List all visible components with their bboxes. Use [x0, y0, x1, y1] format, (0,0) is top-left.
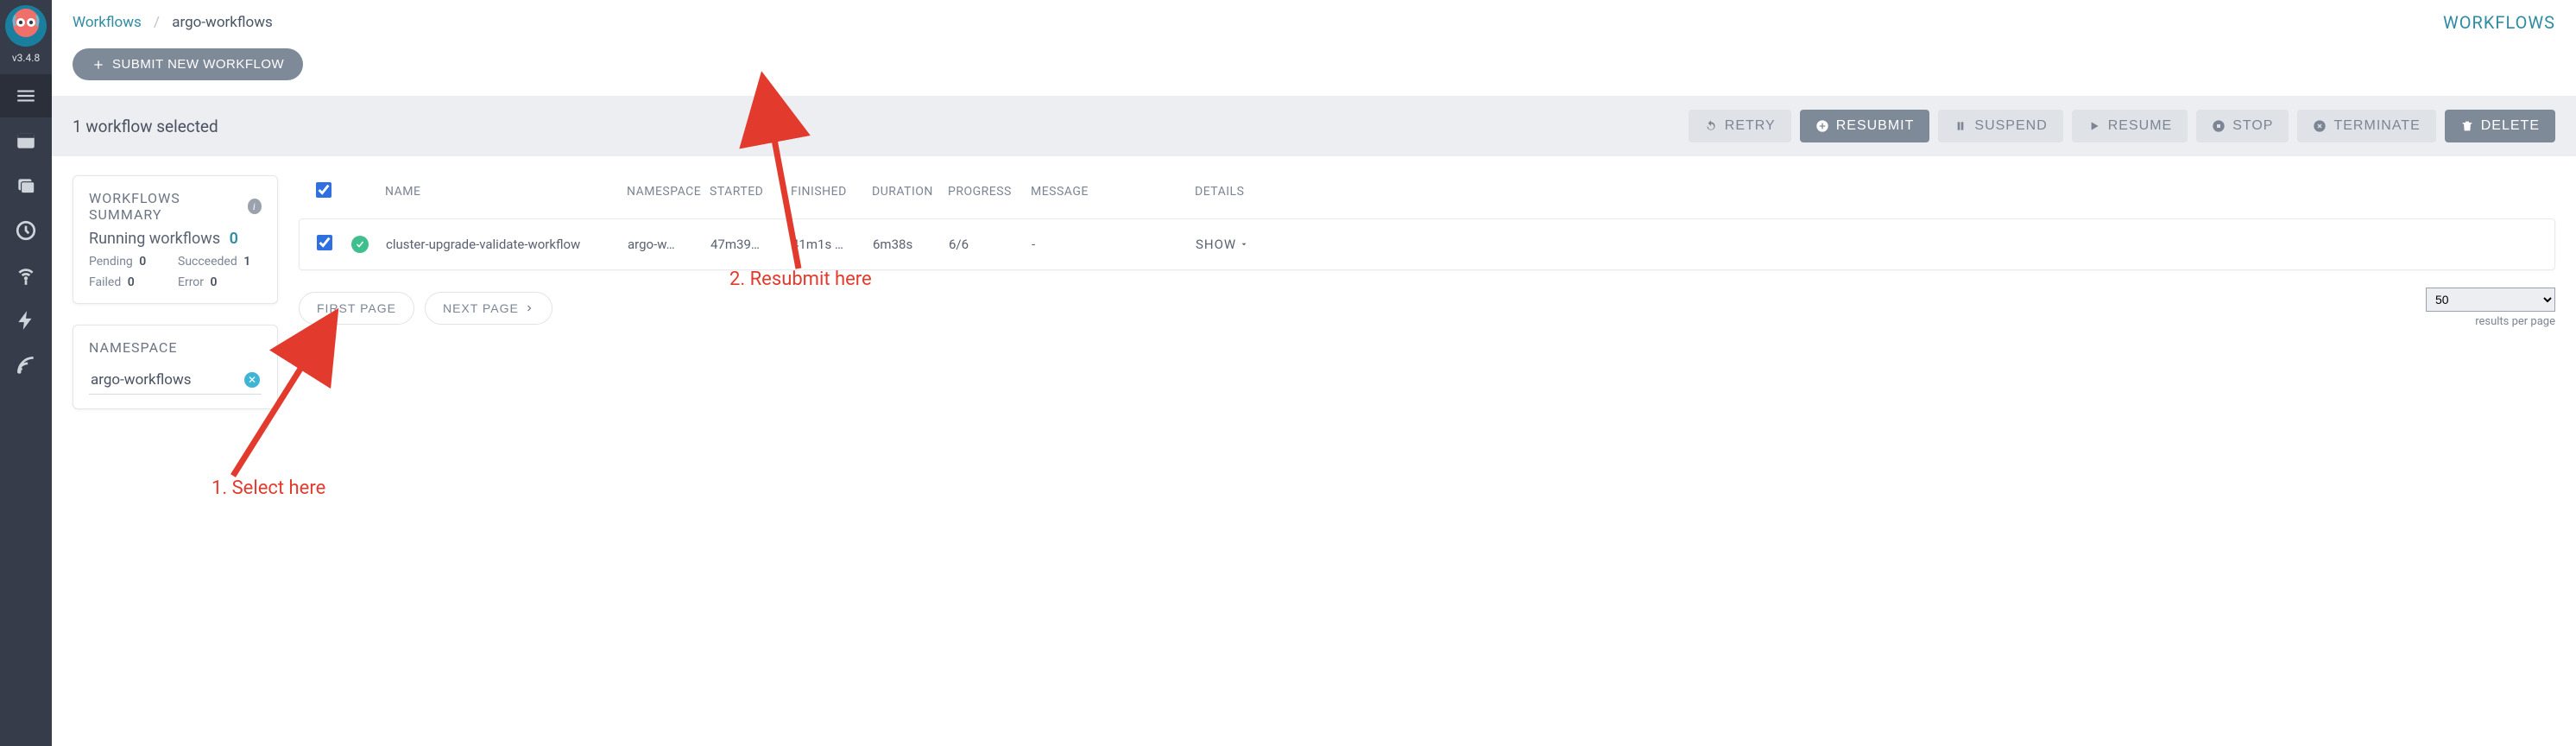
table-header-row: NAME NAMESPACE STARTED FINISHED DURATION…: [299, 175, 2555, 218]
row-duration: 6m38s: [873, 237, 949, 252]
terminate-button[interactable]: TERMINATE: [2297, 110, 2435, 142]
argo-logo[interactable]: [5, 5, 47, 47]
breadcrumb-separator: /: [154, 14, 160, 31]
workflow-table: NAME NAMESPACE STARTED FINISHED DURATION…: [299, 175, 2555, 409]
delete-button[interactable]: DELETE: [2445, 110, 2555, 142]
sidebar: v3.4.8: [0, 0, 52, 746]
col-started[interactable]: STARTED: [710, 185, 791, 199]
breadcrumb-root[interactable]: Workflows: [73, 14, 142, 31]
submit-new-workflow-label: SUBMIT NEW WORKFLOW: [112, 57, 284, 72]
error-label: Error: [178, 275, 204, 289]
version-label: v3.4.8: [12, 52, 40, 64]
broadcast-icon: [15, 264, 37, 287]
results-per-page-select[interactable]: 50: [2426, 288, 2555, 312]
col-message[interactable]: MESSAGE: [1031, 185, 1195, 199]
workflows-summary-card: WORKFLOWS SUMMARY i Running workflows 0 …: [73, 175, 278, 304]
stack-icon: [15, 174, 37, 197]
stop-button[interactable]: STOP: [2196, 110, 2289, 142]
succeeded-count: 1: [243, 255, 250, 269]
page-title: WORKFLOWS: [2443, 12, 2555, 33]
running-label: Running workflows: [89, 230, 220, 248]
satellite-icon: [15, 354, 37, 376]
stop-circle-icon: [2212, 119, 2226, 133]
col-details[interactable]: DETAILS: [1195, 185, 1281, 199]
row-progress: 6/6: [949, 237, 1032, 252]
play-icon: [2087, 119, 2101, 133]
resume-button[interactable]: RESUME: [2072, 110, 2188, 142]
namespace-card: NAMESPACE argo-workflows ✕: [73, 325, 278, 409]
nav-cluster-templates[interactable]: [0, 164, 52, 207]
info-icon[interactable]: i: [248, 199, 262, 214]
pagination: FIRST PAGE NEXT PAGE 50 results per page: [299, 288, 2555, 328]
trash-icon: [2460, 119, 2474, 133]
x-circle-icon: [2313, 119, 2327, 133]
pending-count: 0: [139, 255, 146, 269]
select-all-checkbox[interactable]: [316, 182, 331, 198]
nav-workflows[interactable]: [0, 74, 52, 117]
namespace-chip[interactable]: argo-workflows ✕: [89, 368, 262, 395]
failed-count: 0: [128, 275, 135, 289]
table-row[interactable]: cluster-upgrade-validate-workflow argo-w…: [299, 218, 2555, 270]
plus-icon: [92, 58, 105, 72]
namespace-title: NAMESPACE: [89, 339, 262, 356]
main-area: Workflows / argo-workflows WORKFLOWS SUB…: [52, 0, 2576, 746]
status-success-icon: [351, 236, 369, 253]
results-per-page-label: results per page: [2426, 315, 2555, 328]
nav-events[interactable]: [0, 299, 52, 342]
plus-circle-icon: [1815, 119, 1829, 133]
submit-new-workflow-button[interactable]: SUBMIT NEW WORKFLOW: [73, 48, 303, 80]
resubmit-button[interactable]: RESUBMIT: [1800, 110, 1930, 142]
namespace-value: argo-workflows: [91, 371, 192, 389]
col-duration[interactable]: DURATION: [872, 185, 948, 199]
succeeded-label: Succeeded: [178, 255, 237, 269]
next-page-button[interactable]: NEXT PAGE: [425, 292, 552, 325]
row-checkbox[interactable]: [317, 235, 332, 250]
nav-sensors[interactable]: [0, 254, 52, 297]
col-progress[interactable]: PROGRESS: [948, 185, 1031, 199]
window-icon: [15, 130, 37, 152]
col-name[interactable]: NAME: [385, 185, 627, 199]
clock-icon: [15, 219, 37, 242]
bolt-icon: [15, 309, 37, 332]
bars-icon: [15, 85, 37, 107]
chevron-right-icon: [524, 303, 534, 313]
nav-templates[interactable]: [0, 119, 52, 162]
row-message: -: [1032, 237, 1196, 252]
error-count: 0: [211, 275, 218, 289]
caret-down-icon: [1240, 240, 1248, 249]
first-page-button[interactable]: FIRST PAGE: [299, 292, 414, 325]
breadcrumb-current: argo-workflows: [172, 14, 273, 31]
retry-button[interactable]: RETRY: [1689, 110, 1791, 142]
nav-reports[interactable]: [0, 344, 52, 387]
col-namespace[interactable]: NAMESPACE: [627, 185, 710, 199]
namespace-clear-icon[interactable]: ✕: [244, 372, 260, 388]
retry-icon: [1704, 119, 1718, 133]
summary-title: WORKFLOWS SUMMARY: [89, 190, 243, 223]
row-started: 47m39…: [710, 237, 792, 252]
octopus-icon: [9, 9, 43, 43]
selection-count: 1 workflow selected: [73, 117, 218, 136]
suspend-button[interactable]: SUSPEND: [1938, 110, 2062, 142]
failed-label: Failed: [89, 275, 121, 289]
running-count: 0: [230, 230, 238, 248]
nav-cron[interactable]: [0, 209, 52, 252]
breadcrumb: Workflows / argo-workflows: [73, 14, 273, 31]
pause-icon: [1954, 119, 1967, 133]
action-toolbar: 1 workflow selected RETRY RESUBMIT SUSPE…: [52, 96, 2576, 156]
row-finished: 41m1s …: [792, 237, 873, 252]
pending-label: Pending: [89, 255, 133, 269]
row-details-link[interactable]: SHOW: [1196, 237, 1248, 252]
col-finished[interactable]: FINISHED: [791, 185, 872, 199]
topbar: Workflows / argo-workflows WORKFLOWS: [52, 0, 2576, 40]
row-namespace: argo-w…: [628, 237, 710, 252]
row-name[interactable]: cluster-upgrade-validate-workflow: [386, 237, 628, 252]
